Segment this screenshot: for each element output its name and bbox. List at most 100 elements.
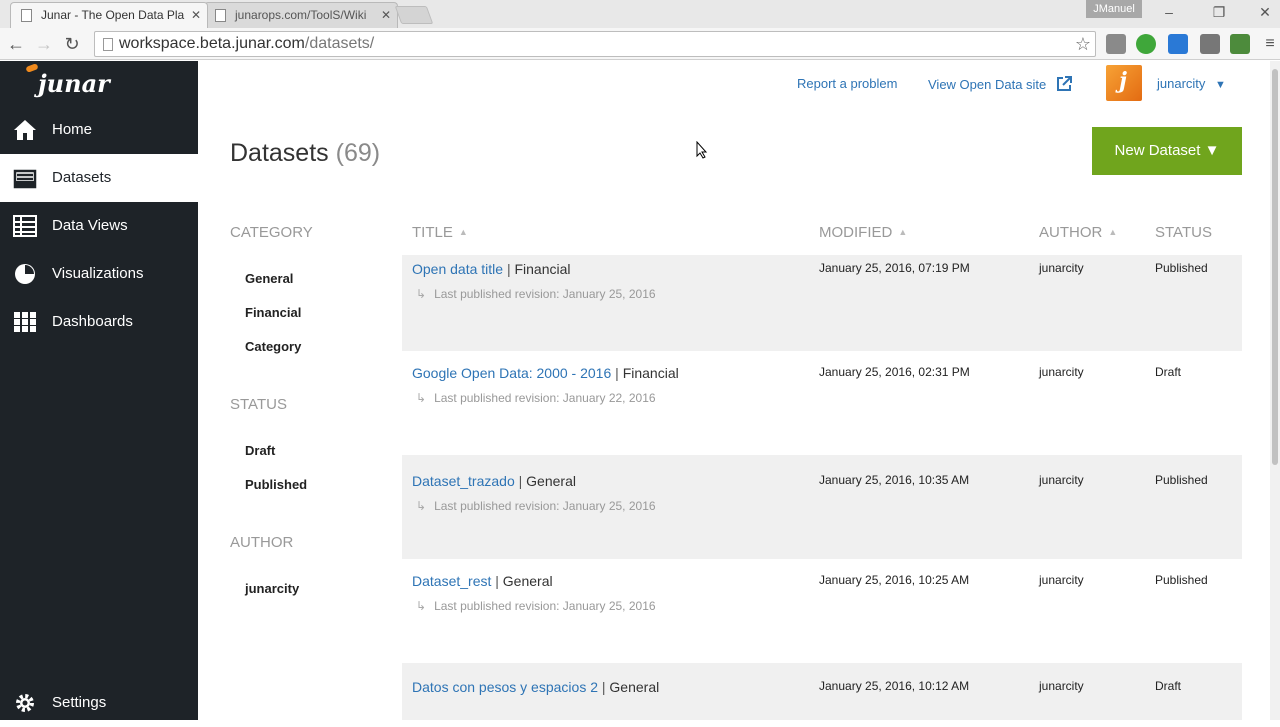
user-menu[interactable]: junarcity ▼	[1157, 76, 1226, 91]
revision-note: ↳ Last published revision: January 25, 20…	[416, 499, 656, 513]
dataset-title-link[interactable]: Datos con pesos y espacios 2	[412, 679, 598, 695]
column-header-modified[interactable]: MODIFIED ▲	[819, 224, 907, 241]
column-header-title[interactable]: TITLE ▲	[412, 224, 468, 241]
sidebar-item-data-views[interactable]: Data Views	[0, 202, 198, 250]
revision-text: Last published revision: January 25, 201…	[434, 499, 656, 513]
browser-tab-wiki[interactable]: junarops.com/ToolS/Wiki ✕	[204, 2, 398, 28]
junar-logo[interactable]: junar	[14, 63, 110, 105]
dataset-title-link[interactable]: Dataset_rest	[412, 573, 491, 589]
minimize-icon[interactable]: –	[1154, 2, 1184, 22]
browser-tab-junar[interactable]: Junar - The Open Data Pla ✕	[10, 2, 208, 28]
page-icon	[215, 9, 226, 22]
column-header-label: TITLE	[412, 224, 453, 241]
grid-icon	[14, 312, 36, 332]
extension-icon[interactable]	[1136, 34, 1156, 54]
facet-status-draft[interactable]: Draft	[245, 443, 275, 458]
extension-icon[interactable]	[1200, 34, 1220, 54]
pie-chart-icon	[15, 264, 35, 284]
facet-category-financial[interactable]: Financial	[245, 305, 301, 320]
sort-icon: ▲	[458, 227, 468, 237]
vertical-scrollbar[interactable]	[1270, 61, 1280, 720]
home-icon	[14, 120, 36, 140]
author-name: junarcity	[1039, 679, 1084, 693]
menu-icon[interactable]: ≡	[1258, 32, 1280, 56]
mouse-cursor-icon	[696, 141, 708, 159]
modified-date: January 25, 2016, 10:12 AM	[819, 679, 970, 693]
sidebar-item-label: Visualizations	[52, 265, 144, 282]
extension-icon[interactable]	[1168, 34, 1188, 54]
extension-icon[interactable]	[1106, 34, 1126, 54]
facet-status-published[interactable]: Published	[245, 477, 307, 492]
sidebar-item-datasets[interactable]: Datasets	[0, 154, 198, 202]
table-row: Open data title | Financial ↳ Last publis…	[402, 255, 1242, 351]
author-name: junarcity	[1039, 261, 1084, 275]
facet-title-author: AUTHOR	[230, 534, 294, 551]
facet-author-junarcity[interactable]: junarcity	[245, 581, 299, 596]
external-link-icon[interactable]	[1056, 76, 1072, 92]
close-window-icon[interactable]: ✕	[1250, 2, 1280, 22]
window-user-badge[interactable]: JManuel	[1086, 0, 1142, 18]
facet-category-category[interactable]: Category	[245, 339, 301, 354]
status-text: Published	[1155, 573, 1208, 587]
modified-date: January 25, 2016, 10:35 AM	[819, 473, 970, 487]
scrollbar-thumb[interactable]	[1272, 69, 1278, 465]
column-header-author[interactable]: AUTHOR ▲	[1039, 224, 1117, 241]
avatar[interactable]	[1106, 65, 1142, 101]
dataset-title-link[interactable]: Google Open Data: 2000 - 2016	[412, 365, 611, 381]
facet-category-general[interactable]: General	[245, 271, 293, 286]
view-open-data-site-link[interactable]: View Open Data site	[928, 77, 1046, 92]
extension-icon[interactable]	[1230, 34, 1250, 54]
modified-date: January 25, 2016, 07:19 PM	[819, 261, 970, 275]
reload-icon[interactable]: ↻	[60, 32, 84, 56]
dataset-category: Financial	[514, 261, 571, 277]
page-title-text: Datasets	[230, 139, 329, 167]
column-header-status[interactable]: STATUS	[1155, 224, 1212, 241]
datasets-icon	[13, 169, 37, 189]
author-name: junarcity	[1039, 473, 1084, 487]
status-text: Draft	[1155, 679, 1182, 693]
restore-icon[interactable]: ❐	[1204, 2, 1234, 22]
revision-note: ↳ Last published revision: January 22, 20…	[416, 391, 656, 405]
forward-icon[interactable]: →	[32, 32, 56, 56]
address-bar[interactable]: workspace.beta.junar.com/datasets/ ☆	[94, 31, 1096, 57]
back-icon[interactable]: ←	[4, 32, 28, 56]
revision-text: Last published revision: January 25, 201…	[434, 599, 656, 613]
table-row: Datos con pesos y espacios 2 | General J…	[402, 663, 1242, 720]
column-header-label: AUTHOR	[1039, 224, 1103, 241]
dataset-category: General	[609, 679, 660, 695]
sidebar-item-label: Home	[52, 121, 93, 138]
dataset-title-link[interactable]: Dataset_trazado	[412, 473, 515, 489]
revision-text: Last published revision: January 25, 201…	[434, 287, 656, 301]
separator: |	[601, 679, 606, 695]
column-header-label: STATUS	[1155, 224, 1212, 241]
modified-date: January 25, 2016, 10:25 AM	[819, 573, 970, 587]
new-tab-button[interactable]	[394, 6, 434, 24]
revision-text: Last published revision: January 22, 201…	[434, 391, 656, 405]
browser-toolbar: ← → ↻ workspace.beta.junar.com/datasets/…	[0, 28, 1280, 60]
sidebar-item-dashboards[interactable]: Dashboards	[0, 298, 198, 346]
sort-icon: ▲	[898, 227, 908, 237]
page-title: Datasets (69)	[230, 139, 380, 168]
username: junarcity	[1157, 76, 1206, 91]
modified-date: January 25, 2016, 02:31 PM	[819, 365, 970, 379]
report-problem-link[interactable]: Report a problem	[797, 76, 897, 91]
separator: |	[615, 365, 619, 381]
dataset-title-link[interactable]: Open data title	[412, 261, 503, 277]
main-content: Report a problem View Open Data site jun…	[198, 61, 1280, 720]
new-dataset-button[interactable]: New Dataset ▼	[1092, 127, 1242, 175]
url-host: workspace.beta.junar.com	[119, 35, 305, 52]
table-row: Dataset_trazado | General ↳ Last publishe…	[402, 455, 1242, 559]
close-tab-icon[interactable]: ✕	[381, 3, 391, 27]
sidebar-item-label: Data Views	[52, 217, 128, 234]
page-icon	[21, 9, 32, 22]
separator: |	[495, 573, 499, 589]
logo-text: junar	[38, 69, 110, 98]
close-tab-icon[interactable]: ✕	[191, 3, 201, 27]
bookmark-star-icon[interactable]: ☆	[1075, 32, 1091, 56]
table-row: Dataset_rest | General ↳ Last published r…	[402, 567, 1242, 663]
sidebar-item-visualizations[interactable]: Visualizations	[0, 250, 198, 298]
sidebar-item-home[interactable]: Home	[0, 106, 198, 154]
sidebar-item-label: Datasets	[52, 169, 112, 186]
table-icon	[13, 215, 37, 237]
separator: |	[506, 261, 511, 277]
